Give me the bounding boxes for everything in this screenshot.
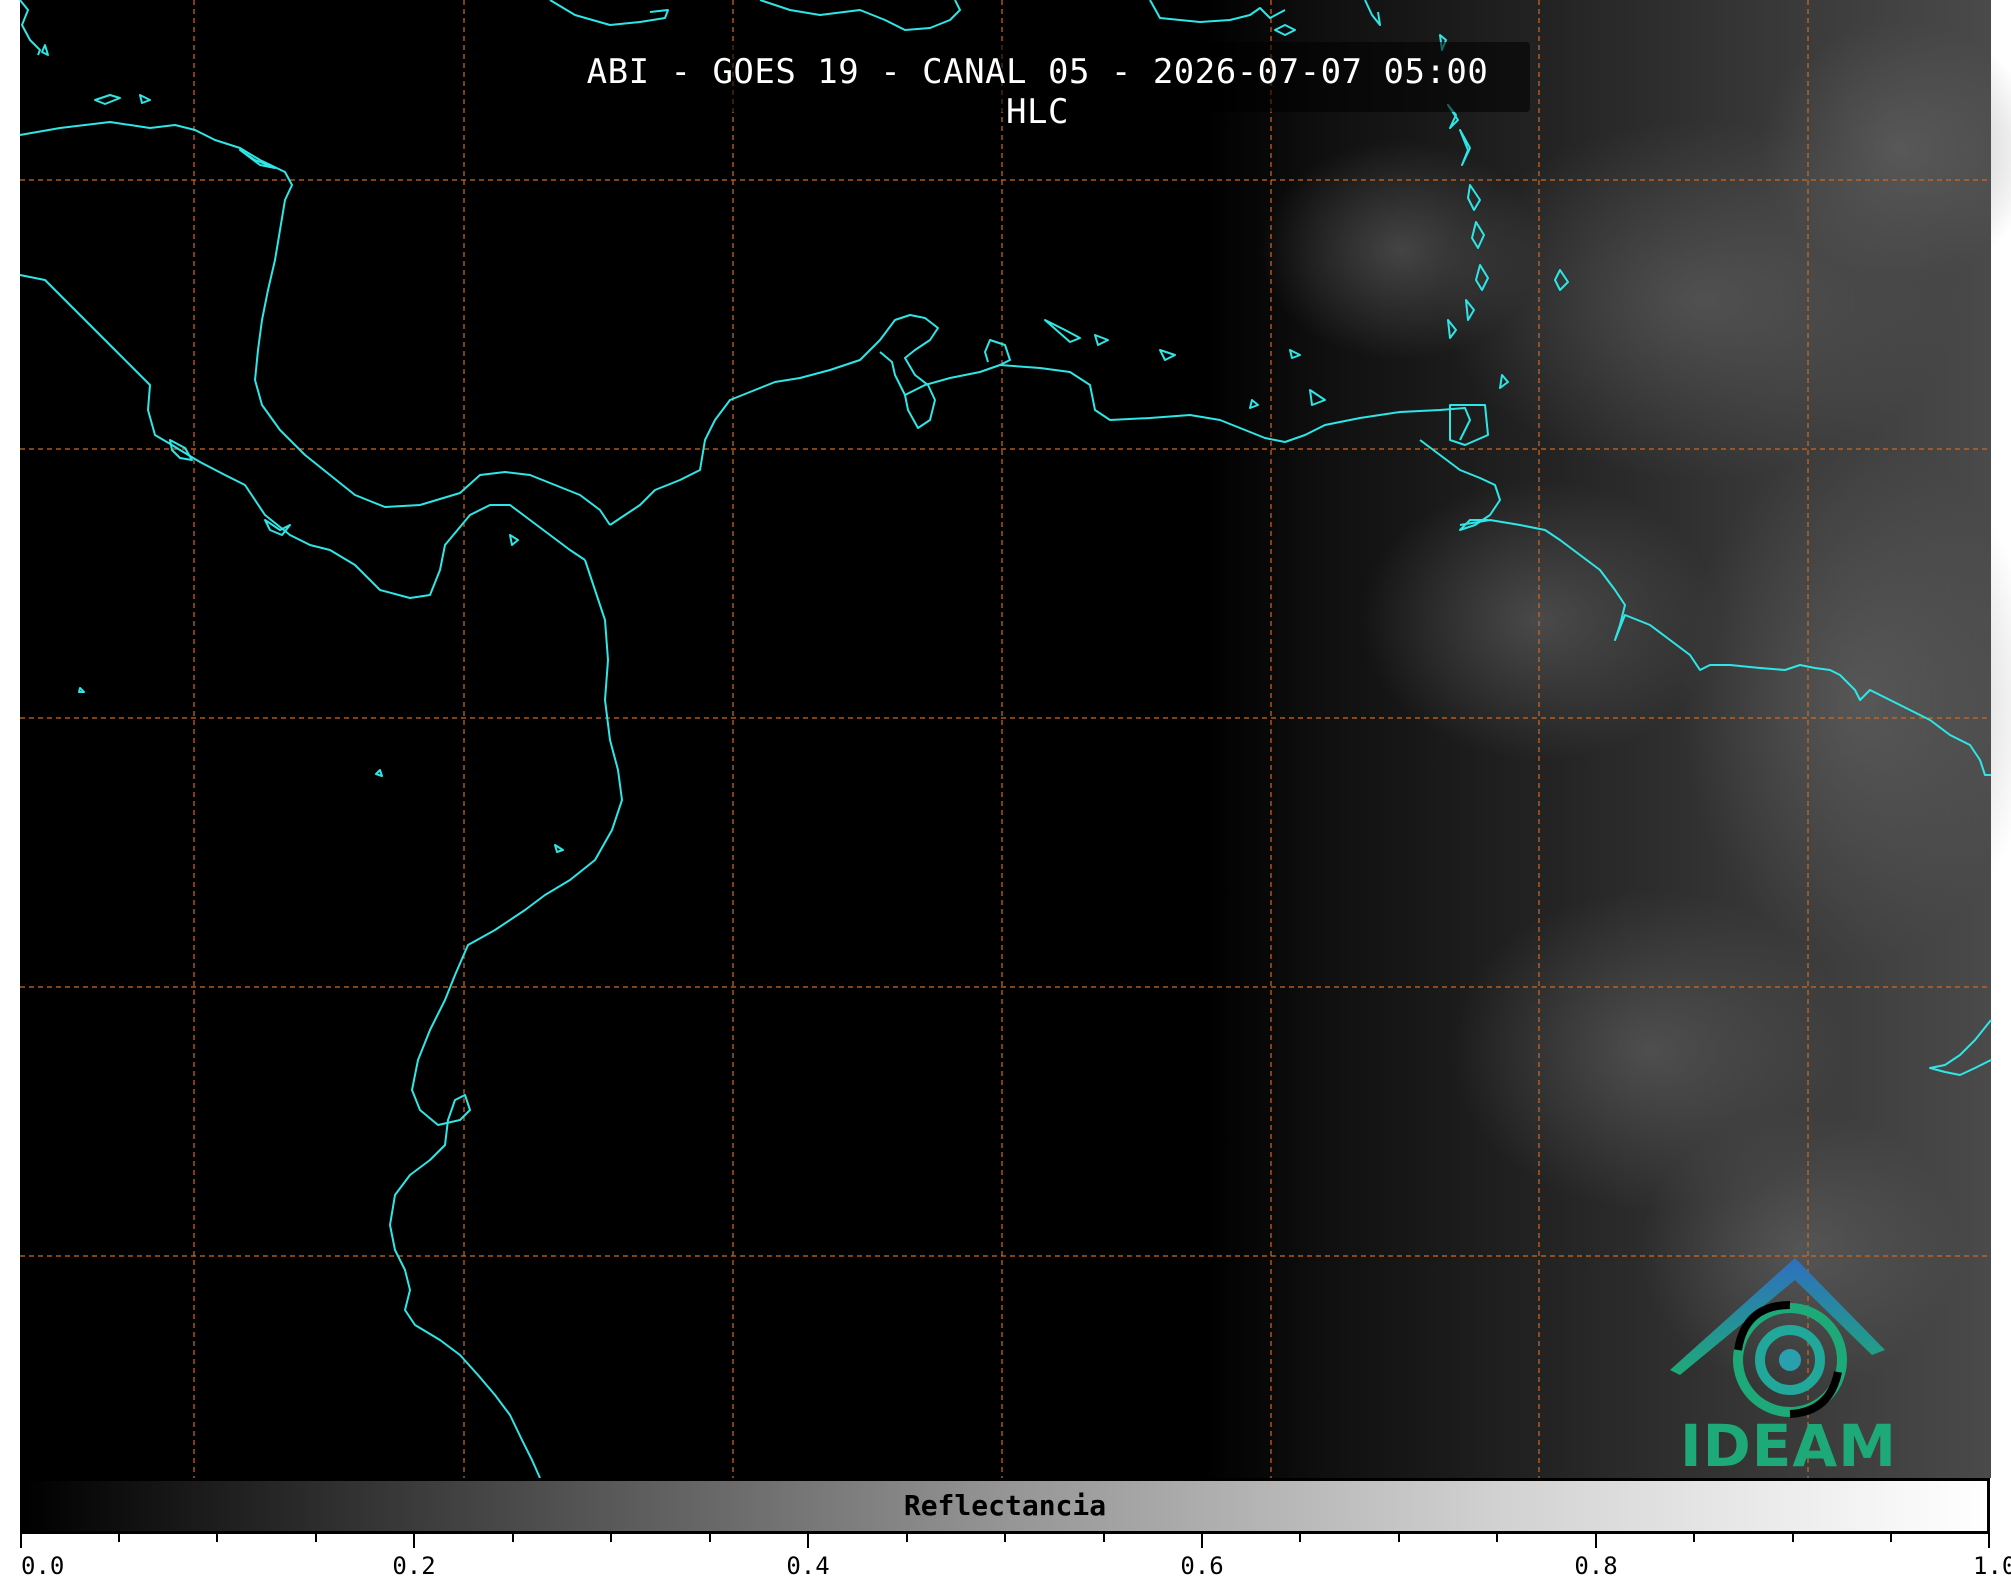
colorbar-label: Reflectancia — [903, 1489, 1107, 1522]
colorbar-tick-label: 0.2 — [392, 1552, 436, 1580]
map-title: ABI - GOES 19 - CANAL 05 - 2026-07-07 05… — [586, 52, 1489, 132]
ideam-logo-text: IDEAM — [1680, 1412, 1897, 1480]
colorbar-tick-label: 0.6 — [1180, 1552, 1224, 1580]
colorbar-tick-label: 1.0 — [1973, 1552, 2011, 1580]
colorbar-tick-label: 0.4 — [786, 1552, 830, 1580]
colorbar-tick-label: 0.8 — [1574, 1552, 1618, 1580]
colorbar-ticks — [20, 1534, 1990, 1548]
satellite-map — [19, 0, 2011, 1548]
colorbar-tick-label: 0.0 — [21, 1552, 65, 1580]
colorbar: Reflectancia — [20, 1478, 1990, 1534]
